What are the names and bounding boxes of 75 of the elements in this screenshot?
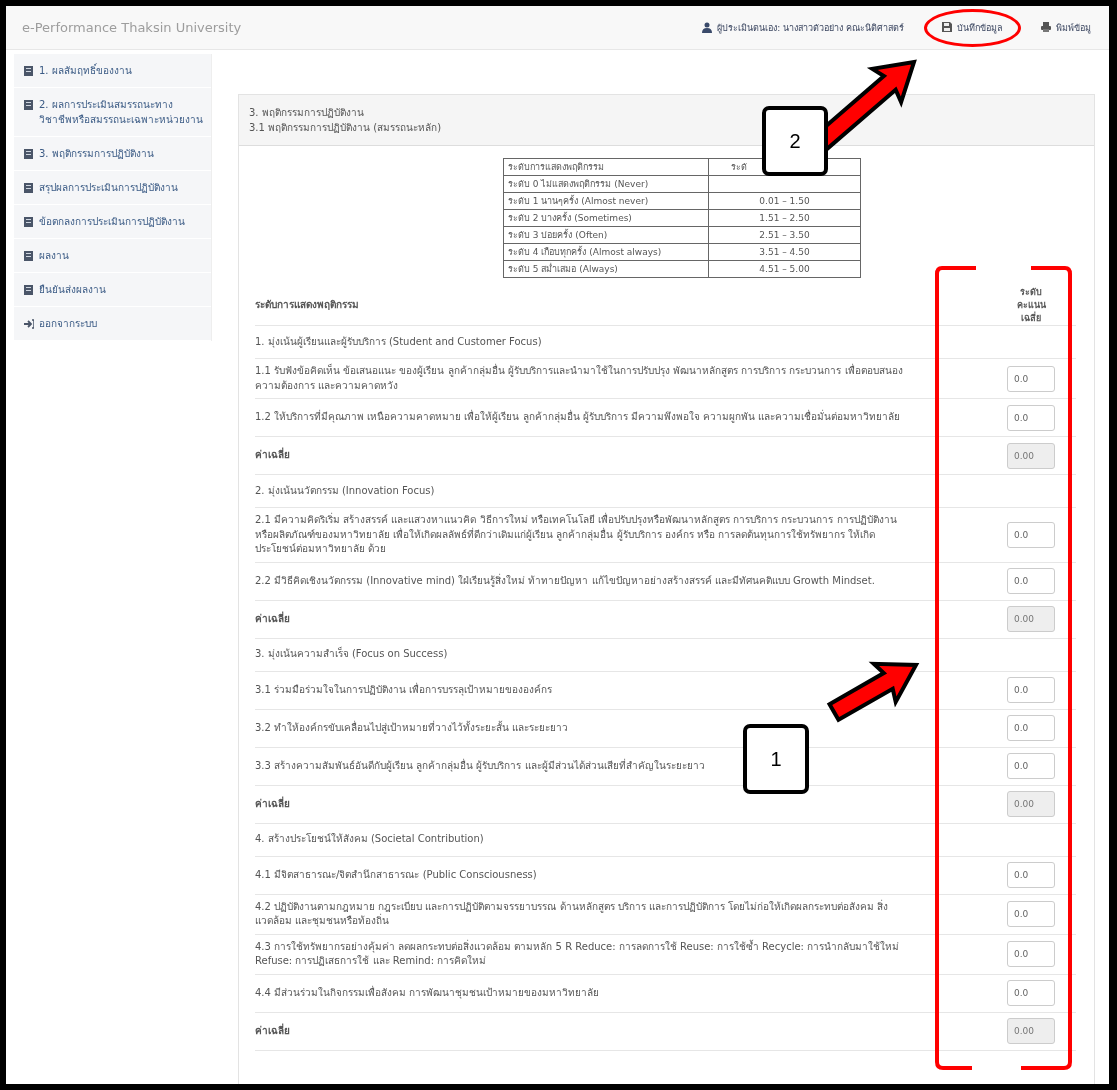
average-label: ค่าเฉลี่ย: [255, 611, 290, 626]
print-icon: [1041, 22, 1051, 33]
behavior-text: 2.2 มีวิธีคิดเชิงนวัตกรรม (Innovative mind) ใฝ่เรียนรู้สิ่งใหม่ ท้าทายปัญหา แก้ไขปัญหาอย่างสร้างสรรค์ และมีทัศนคติแบบ Growth Mindset.: [255, 573, 875, 589]
book-icon: [24, 66, 34, 77]
score-field[interactable]: 0.0: [1007, 941, 1055, 968]
table-cell: ระดับ 2 บางครั้ง (Sometimes): [503, 209, 709, 227]
logout-link[interactable]: ออกจากระบบ: [14, 307, 211, 341]
table-cell: ระดับ 1 นานๆครั้ง (Almost never): [503, 192, 709, 210]
average-label: ค่าเฉลี่ย: [255, 448, 290, 463]
behavior-text: 1.2 ให้บริการที่มีคุณภาพ เหนือความคาดหมาย เพื่อให้ผู้เรียน ลูกค้ากลุ่มอื่น ผู้รับบริการ มีความพึงพอใจ ความผูกพัน และความเชื่อมั่นต่อมหาวิทยาลัย: [255, 410, 901, 425]
score-field[interactable]: 0.0: [1007, 862, 1055, 889]
score-field[interactable]: 0.0: [1007, 980, 1055, 1007]
book-icon: [24, 217, 34, 228]
score-field[interactable]: 0.0: [1007, 753, 1055, 780]
average-label: ค่าเฉลี่ย: [255, 796, 290, 811]
behavior-text: 3.1 ร่วมมือร่วมใจในการปฏิบัติงาน เพื่อการบรรลุเป้าหมายขององค์กร: [255, 682, 553, 698]
behavior-text: 3.2 ทำให้องค์กรขับเคลื่อนไปสู่เป้าหมายที่วางไว้ทั้งระยะสั้น และระยะยาว: [255, 720, 569, 736]
table-cell: ระดับ 0 ไม่แสดงพฤติกรรม (Never): [503, 175, 709, 193]
print-link[interactable]: พิมพ์ข้อมู: [1023, 8, 1109, 47]
save-icon: [942, 22, 952, 33]
table-cell: 3.51 – 4.50: [708, 243, 861, 261]
user-link[interactable]: ผู้ประเมินตนเอง: นางสาวตัวอย่าง คณะนิติศาสตร์: [684, 8, 922, 47]
average-field[interactable]: 0.00: [1007, 791, 1055, 818]
sidebar-item[interactable]: 3. พฤติกรรมการปฏิบัติงาน: [14, 137, 211, 171]
save-link[interactable]: บันทึกข้อมูล: [924, 8, 1021, 47]
competency-title: 4. สร้างประโยชน์ให้สังคม (Societal Contribution): [255, 832, 484, 847]
sidebar-item[interactable]: ยืนยันส่งผลงาน: [14, 273, 211, 307]
behavior-text: 4.3 การใช้ทรัพยากรอย่างคุ้มค่า ลดผลกระทบต่อสิ่งแวดล้อม ตามหลัก 5 R Reduce: การลดการใช้ Reuse: การใช้ซ้ำ Recycle: การนำกลับมาใช้ใหม่ Refuse: การปฏิเสธการใช้ และ Remind: การคิดใหม่: [255, 939, 901, 969]
behavior-text: 2.1 มีความคิดริเริ่ม สร้างสรรค์ และแสวงหาแนวคิด วิธีการใหม่ หรือเทคโนโลยี เพื่อปรับปรุงหรือพัฒนาหลักสูตร การบริการ กระบวนการ การปฏิบัติงาน หรือผลิตภัณฑ์ของมหาวิทยาลัย เพื่อให้เกิดผลลัพธ์ที่ดีกว่าเดิมแก่ผู้เรียน ลูกค้ากลุ่มอื่น ผู้รับบริการ องค์กร หรือ การลดต้นทุนการใช้ทรัพยากร ให้เกิดประโยชน์ต่อมหาวิทยาลัย ด้วย: [255, 513, 898, 557]
behavior-text: 3.3 สร้างความสัมพันธ์อันดีกับผู้เรียน ลูกค้ากลุ่มอื่น ผู้รับบริการ และผู้มีส่วนได้ส่วนเสียที่สำคัญในระยะยาว: [255, 758, 705, 774]
average-field[interactable]: 0.00: [1007, 442, 1055, 469]
table-cell: ระดับ 4 เกือบทุกครั้ง (Almost always): [503, 243, 709, 261]
score-field[interactable]: 0.0: [1007, 365, 1055, 392]
score-field[interactable]: 0.0: [1007, 521, 1055, 548]
score-field[interactable]: 0.0: [1007, 404, 1055, 431]
callout-number: 2: [762, 106, 828, 176]
book-icon: [24, 285, 34, 296]
average-field[interactable]: 0.00: [1007, 1018, 1055, 1045]
book-icon: [24, 251, 34, 262]
table-cell: 1.51 – 2.50: [708, 209, 861, 227]
competency-title: 1. มุ่งเน้นผู้เรียนและผู้รับบริการ (Student and Customer Focus): [255, 334, 542, 350]
table-cell: 0.01 – 1.50: [708, 192, 861, 210]
sidebar-item[interactable]: ข้อตกลงการประเมินการปฏิบัติงาน: [14, 205, 211, 239]
sidebar-item[interactable]: 2. ผลการประเมินสมรรถนะทางวิชาชีพหรือสมรรถนะเฉพาะหน่วยงาน: [14, 88, 211, 137]
behavior-text: 4.4 มีส่วนร่วมในกิจกรรมเพื่อสังคม การพัฒนาชุมชนเป้าหมายของมหาวิทยาลัย: [255, 985, 600, 1001]
score-field[interactable]: 0.0: [1007, 715, 1055, 742]
score-field[interactable]: 0.0: [1007, 677, 1055, 704]
book-icon: [24, 183, 34, 194]
user-icon: [702, 22, 713, 33]
sign-out-icon: [24, 319, 34, 330]
sidebar-item[interactable]: 1. ผลสัมฤทธิ์ของงาน: [14, 54, 211, 88]
behavior-text: 4.2 ปฏิบัติงานตามกฎหมาย กฎระเบียบ และการปฏิบัติตามจรรยาบรรณ ด้านหลักสูตร บริการ และการปฏิบัติการ โดยไม่ก่อให้เกิดผลกระทบต่อสังคม สิ่งแวดล้อม และชุมชนหรือท้องถิ่น: [255, 899, 890, 929]
panel-heading: 3. พฤติกรรมการปฏิบัติงาน: [249, 106, 365, 120]
column-header: ระดับคะแนน เฉลี่ย: [1015, 286, 1047, 326]
table-cell: 2.51 – 3.50: [708, 226, 861, 244]
table-header-cell: ระดับการแสดงพฤติกรรม: [503, 158, 709, 176]
sidebar-item[interactable]: สรุปผลการประเมินการปฏิบัติงาน: [14, 171, 211, 205]
competency-title: 2. มุ่งเน้นนวัตกรรม (Innovation Focus): [255, 483, 435, 499]
sidebar-item[interactable]: ผลงาน: [14, 239, 211, 273]
behavior-text: 4.1 มีจิตสาธารณะ/จิตสำนึกสาธารณะ (Public Consciousness): [255, 867, 537, 882]
score-field[interactable]: 0.0: [1007, 901, 1055, 928]
column-header: ระดับการแสดงพฤติกรรม: [255, 298, 359, 313]
app-title: e-Performance Thaksin University: [22, 20, 243, 35]
score-field[interactable]: 0.0: [1007, 568, 1055, 595]
table-cell: ระดับ 3 บ่อยครั้ง (Often): [503, 226, 709, 244]
table-cell: ระดับ 5 สม่ำเสมอ (Always): [503, 260, 709, 278]
callout-number: 1: [743, 724, 809, 794]
panel-heading: 3.1 พฤติกรรมการปฏิบัติงาน (สมรรถนะหลัก): [249, 121, 443, 135]
table-cell: 4.51 – 5.00: [708, 260, 861, 278]
average-label: ค่าเฉลี่ย: [255, 1023, 290, 1038]
behavior-text: 1.1 รับฟังข้อคิดเห็น ข้อเสนอแนะ ของผู้เรียน ลูกค้ากลุ่มอื่น ผู้รับบริการและนำมาใช้ในการปรับปรุง พัฒนาหลักสูตร การบริการ กระบวนการ เพื่อตอบสนองความต้องการ และความคาดหวัง: [255, 364, 904, 393]
average-field[interactable]: 0.00: [1007, 606, 1055, 633]
book-icon: [24, 149, 34, 160]
competency-title: 3. มุ่งเน้นความสำเร็จ (Focus on Success): [255, 647, 448, 662]
book-icon: [24, 100, 34, 111]
